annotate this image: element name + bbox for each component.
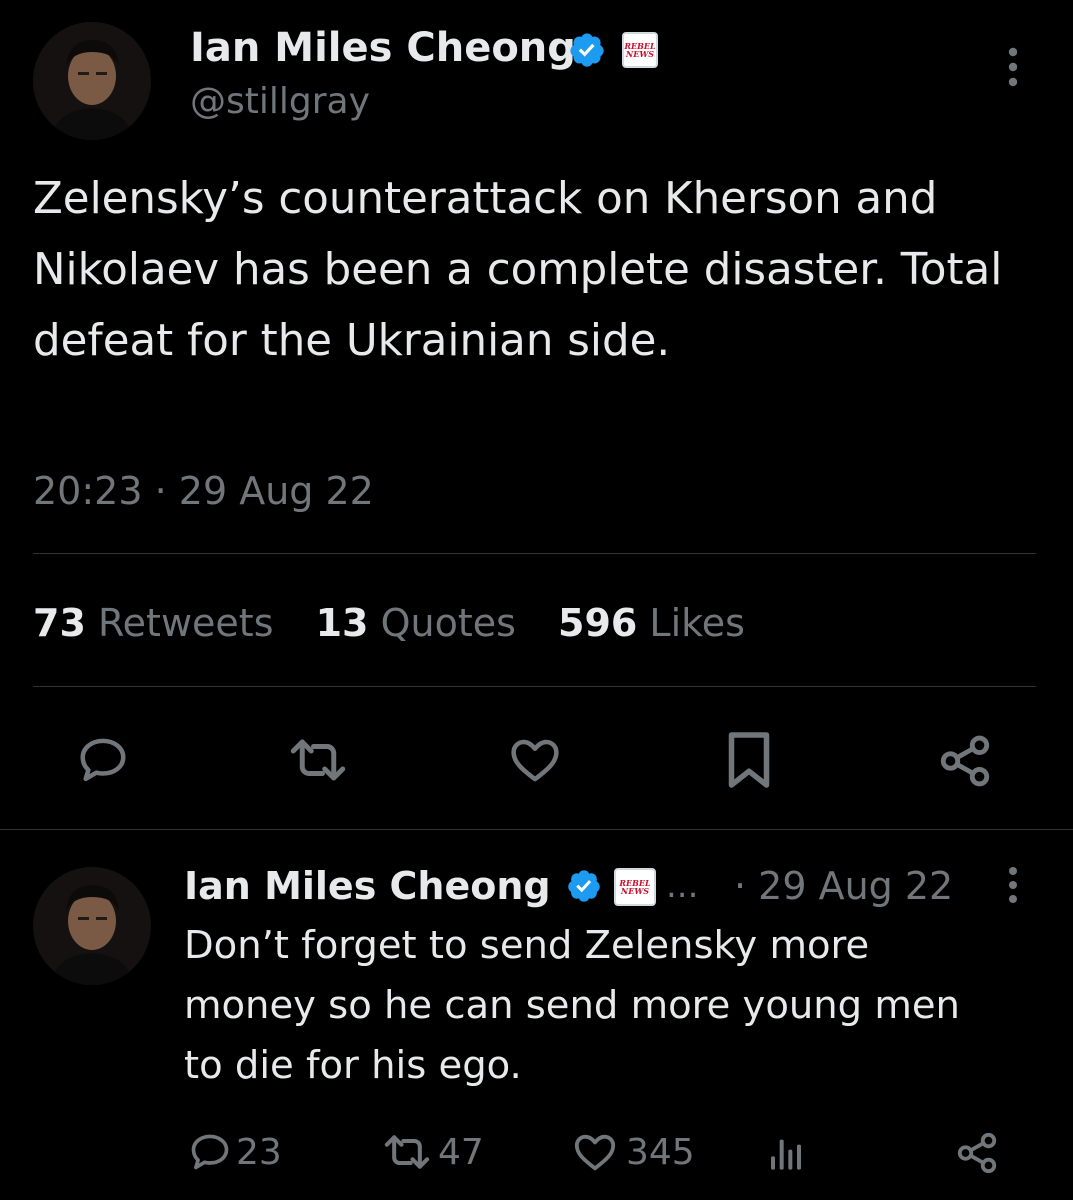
reply-date[interactable]: · 29 Aug 22 bbox=[734, 862, 953, 910]
reply-retweet-count: 47 bbox=[438, 1131, 484, 1173]
reply-icon[interactable] bbox=[70, 730, 136, 790]
reply-text: Don’t forget to send Zelensky more money… bbox=[184, 916, 1064, 1096]
reply-like-action[interactable]: 345 bbox=[570, 1128, 695, 1176]
reply-share-icon[interactable] bbox=[952, 1128, 1002, 1178]
reply-affiliate-badge[interactable]: REBEL NEWS bbox=[614, 868, 656, 906]
reply-author-name[interactable]: Ian Miles Cheong bbox=[184, 862, 551, 910]
avatar[interactable] bbox=[33, 22, 151, 140]
engagement-stats: 73 Retweets 13 Quotes 596 Likes bbox=[33, 598, 745, 648]
divider bbox=[33, 553, 1036, 554]
bookmark-icon[interactable] bbox=[718, 728, 780, 792]
reply-like-count: 345 bbox=[626, 1131, 695, 1173]
separator-dot: · bbox=[154, 469, 167, 513]
tweet-text: Zelensky’s counterattack on Kherson and … bbox=[33, 174, 1003, 366]
reply-comment-icon bbox=[191, 1134, 229, 1170]
reply-comment-count: 23 bbox=[236, 1131, 282, 1173]
share-icon[interactable] bbox=[934, 730, 996, 792]
reply-analytics-icon[interactable] bbox=[762, 1130, 810, 1176]
tweet-time[interactable]: 20:23 bbox=[33, 469, 143, 513]
reply-verified-badge-icon bbox=[566, 868, 602, 904]
reply-text-line: to die for his ego. bbox=[184, 1043, 522, 1088]
likes-stat[interactable]: 596 Likes bbox=[558, 601, 745, 645]
likes-count: 596 bbox=[558, 601, 638, 645]
quotes-label: Quotes bbox=[380, 601, 516, 645]
reply-comment-action[interactable]: 23 bbox=[188, 1128, 282, 1176]
reply-retweet-icon bbox=[384, 1135, 430, 1169]
reply-more-options-icon[interactable] bbox=[998, 864, 1028, 906]
quotes-count: 13 bbox=[315, 601, 369, 645]
author-name[interactable]: Ian Miles Cheong bbox=[190, 24, 576, 72]
like-icon[interactable] bbox=[502, 730, 568, 790]
reply-avatar[interactable] bbox=[33, 867, 151, 985]
quotes-stat[interactable]: 13 Quotes bbox=[316, 601, 516, 645]
more-options-icon[interactable] bbox=[996, 44, 1030, 90]
affiliate-badge[interactable]: REBEL NEWS bbox=[622, 32, 658, 68]
likes-label: Likes bbox=[649, 601, 745, 645]
reply-text-line: money so he can send more young men bbox=[184, 983, 960, 1028]
divider bbox=[0, 829, 1073, 830]
verified-badge-icon bbox=[568, 31, 606, 69]
author-handle[interactable]: @stillgray bbox=[190, 80, 370, 124]
retweets-count: 73 bbox=[33, 601, 86, 645]
retweets-label: Retweets bbox=[97, 601, 274, 645]
tweet-timestamp[interactable]: 20:23 · 29 Aug 22 bbox=[33, 466, 374, 516]
reply-text-line: Don’t forget to send Zelensky more bbox=[184, 923, 870, 968]
reply-retweet-action[interactable]: 47 bbox=[380, 1128, 484, 1176]
retweet-icon[interactable] bbox=[282, 730, 354, 790]
tweet-date[interactable]: 29 Aug 22 bbox=[179, 469, 374, 513]
reply-truncation-ellipsis: ... bbox=[666, 866, 699, 906]
retweets-stat[interactable]: 73 Retweets bbox=[33, 601, 274, 645]
divider bbox=[33, 686, 1036, 687]
reply-like-icon bbox=[574, 1134, 616, 1171]
